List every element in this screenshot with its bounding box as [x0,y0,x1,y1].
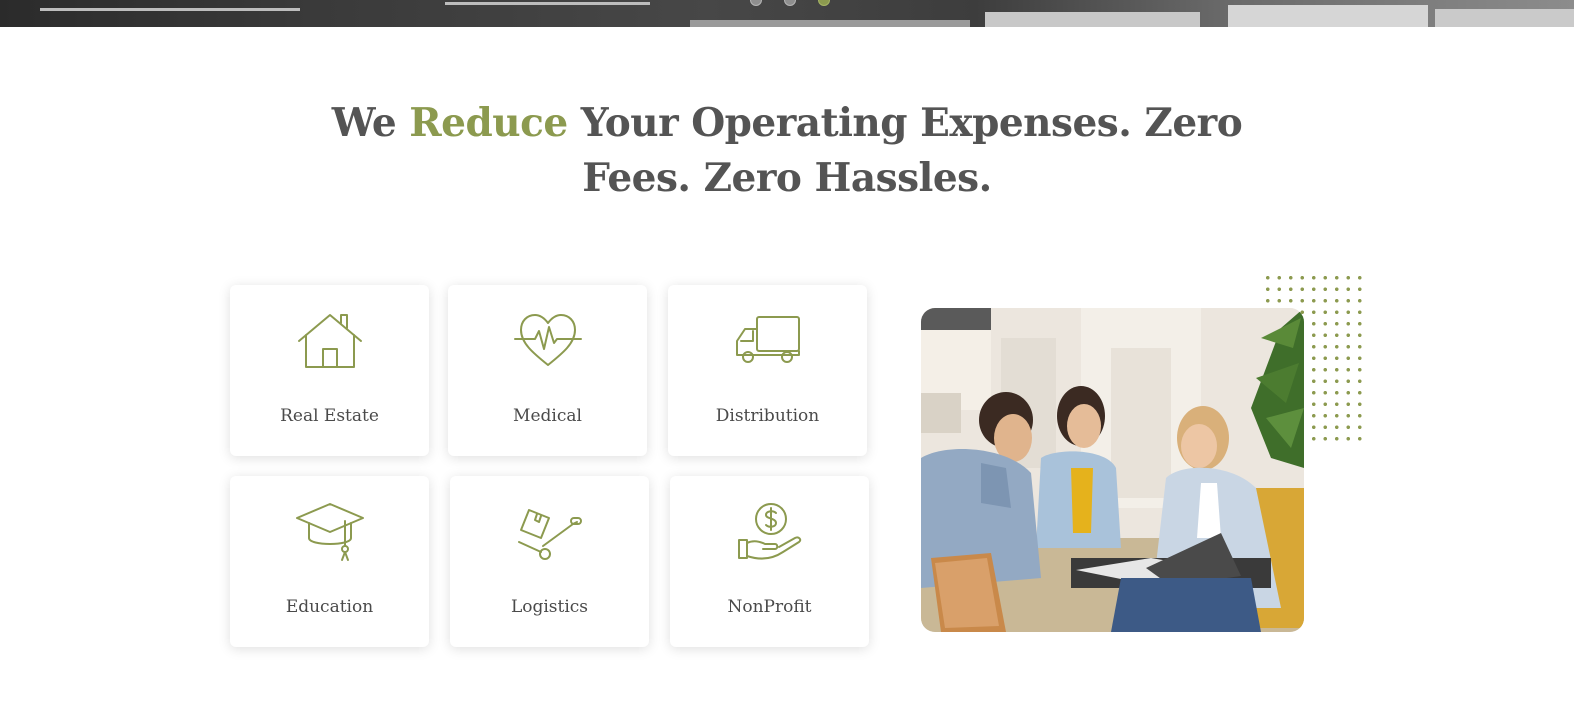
service-card-logistics[interactable]: Logistics [450,476,649,647]
headline-accent-word: Reduce [409,100,568,146]
service-card-distribution[interactable]: Distribution [668,285,867,456]
service-card-medical[interactable]: Medical [448,285,647,456]
hand-holding-dollar-icon [735,502,805,562]
service-label: Distribution [715,406,820,426]
service-label: Medical [513,406,582,426]
graduation-cap-icon [295,502,365,562]
slider-dot-active[interactable] [818,0,830,6]
team-meeting-photo [921,308,1304,632]
service-label: Education [285,597,374,617]
headline-pre: We [331,100,410,146]
service-card-nonprofit[interactable]: NonProfit [670,476,869,647]
headline-post: Your Operating Expenses. Zero Fees. Zero… [567,100,1243,201]
slider-pagination [750,0,830,6]
service-label: NonProfit [727,597,812,617]
service-label: Real Estate [280,406,379,426]
delivery-truck-icon [733,311,803,371]
hand-truck-icon [515,502,585,562]
service-card-real-estate[interactable]: Real Estate [230,285,429,456]
house-icon [295,311,365,371]
service-label: Logistics [510,597,589,617]
heartbeat-icon [513,311,583,371]
hero-banner-strip [0,0,1574,27]
slider-dot[interactable] [750,0,762,6]
slider-dot[interactable] [784,0,796,6]
section-headline: We Reduce Your Operating Expenses. Zero … [287,96,1287,206]
service-card-education[interactable]: Education [230,476,429,647]
